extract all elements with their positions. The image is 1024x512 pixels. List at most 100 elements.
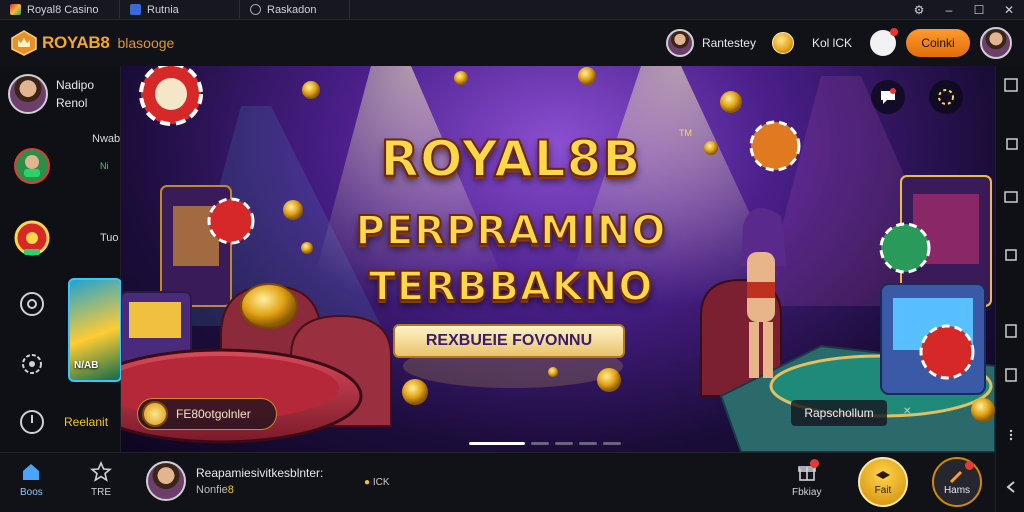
carousel-dot[interactable] xyxy=(469,442,525,445)
tab-label: Royal8 Casino xyxy=(27,3,99,16)
layers-icon[interactable] xyxy=(1002,246,1019,263)
chat-bubble-button[interactable] xyxy=(871,80,905,114)
tablet-icon[interactable] xyxy=(1002,366,1019,383)
panel-icon[interactable] xyxy=(1002,322,1019,339)
page-favicon-icon xyxy=(250,4,261,15)
tab-label: Raskadon xyxy=(267,3,317,16)
now-playing-title: Reapamiesivitkesblnter: xyxy=(196,466,324,480)
now-playing-meta-text: ICK xyxy=(372,477,390,488)
back-arrow-icon[interactable] xyxy=(1002,478,1019,495)
bonus-icon xyxy=(949,470,963,483)
sidebar-item-support[interactable]: Reelanit xyxy=(12,402,108,442)
carousel-dot[interactable] xyxy=(531,442,549,445)
casino-scene-illustration xyxy=(121,66,995,452)
profile-name: Nadipo xyxy=(56,78,95,92)
hero-ribbon: REXBUEIE FOVONNU xyxy=(393,324,625,358)
carousel-dot[interactable] xyxy=(579,442,597,445)
history-icon xyxy=(12,284,52,324)
user-profile-button[interactable]: Rantestey xyxy=(665,29,756,57)
nav-label: Boos xyxy=(20,487,43,498)
app-header: ROYAB8 blasooge Rantestey Kol lCK Coinki xyxy=(0,20,1024,66)
tab-rutnia[interactable]: Rutnia xyxy=(120,0,240,20)
page-favicon-icon xyxy=(130,4,141,15)
promo-label: N/AB xyxy=(74,360,99,371)
bonus-chip-button[interactable]: FE80otgolnler xyxy=(137,398,277,430)
bottom-navigation: Boos TRE Reapamiesivitkesblnter: Nonfie8… xyxy=(0,452,995,512)
bonus-button[interactable]: Hams xyxy=(932,457,982,507)
window-controls: ⚙ – ☐ ✕ xyxy=(904,0,1024,20)
right-rail xyxy=(995,66,1024,512)
sparkle-icon xyxy=(938,89,954,105)
now-playing-meta: ● ICK xyxy=(364,477,390,488)
now-playing[interactable]: Reapamiesivitkesblnter: Nonfie8 xyxy=(146,461,323,501)
coins-label: Kol lCK xyxy=(811,36,852,50)
login-button[interactable]: Coinki xyxy=(906,29,970,57)
sidebar-item-vip-icon[interactable]: Ni xyxy=(12,146,109,186)
sidebar-item-lucky-wheel[interactable]: Tuo xyxy=(12,218,119,258)
profile-names: Nadipo Renol xyxy=(56,76,94,112)
sidebar-item-vip[interactable]: Nwab xyxy=(92,132,120,146)
crown-logo-icon xyxy=(11,30,37,56)
minimize-button[interactable]: – xyxy=(934,0,964,20)
hero-info-chip[interactable]: Rapschollum xyxy=(791,400,887,426)
chat-icon xyxy=(881,88,896,104)
left-sidebar: Nadipo Renol Nwab Ni Tuo Reelanit N/AB xyxy=(0,66,122,452)
copy-icon[interactable] xyxy=(1002,136,1019,153)
sidebar-profile[interactable]: Nadipo Renol xyxy=(8,74,94,114)
carousel-dot[interactable] xyxy=(555,442,573,445)
hero-title-line2: PERPRAMINO xyxy=(355,207,667,255)
star-icon xyxy=(90,461,112,482)
tab-royal8[interactable]: Royal8 Casino xyxy=(0,0,120,20)
coins-balance-button[interactable] xyxy=(771,32,794,54)
header-actions: Rantestey Kol lCK Coinki xyxy=(665,26,1012,60)
avatar xyxy=(665,29,694,57)
more-icon[interactable] xyxy=(1002,426,1019,443)
nav-home[interactable]: Boos xyxy=(20,461,43,498)
close-button[interactable]: ✕ xyxy=(994,0,1024,20)
notification-badge xyxy=(810,459,819,468)
sidebar-item-history[interactable] xyxy=(12,284,52,324)
sidebar-item-label: Nwab xyxy=(92,132,120,146)
now-playing-sub-text: Nonfie xyxy=(196,484,228,496)
fullscreen-icon[interactable] xyxy=(1002,76,1019,93)
sidebar-item-label: Reelanit xyxy=(64,415,109,429)
settings-icon xyxy=(12,344,52,384)
nav-gift[interactable]: Fbkiay xyxy=(792,459,822,498)
hero-banner[interactable]: ROYAL8B TM PERPRAMINO TERBBAKNO REXBUEIE… xyxy=(121,66,995,452)
sidebar-item-sub: Ni xyxy=(100,159,109,173)
nav-favorites[interactable]: TRE xyxy=(90,461,112,498)
sparkle-button[interactable] xyxy=(929,80,963,114)
coin-icon xyxy=(771,32,794,54)
poker-chip-icon xyxy=(139,66,203,126)
now-playing-text: Reapamiesivitkesblnter: Nonfie8 xyxy=(196,466,323,496)
carousel-dot[interactable] xyxy=(603,442,621,445)
window-icon[interactable] xyxy=(1002,188,1019,205)
maximize-button[interactable]: ☐ xyxy=(964,0,994,20)
tab-label: Rutnia xyxy=(147,3,179,16)
tab-raskadon[interactable]: Raskadon xyxy=(240,0,350,20)
support-icon xyxy=(12,402,52,442)
lucky-wheel-icon xyxy=(12,218,52,258)
vip-icon xyxy=(12,146,52,186)
window-titlebar: Royal8 Casino Rutnia Raskadon ⚙ – ☐ ✕ xyxy=(0,0,1024,20)
notification-badge xyxy=(965,461,974,470)
coin-icon xyxy=(142,401,168,427)
coin-icon: ● xyxy=(364,477,371,488)
hero-title-line1: ROYAL8B xyxy=(379,129,642,189)
profile-subtitle: Renol xyxy=(56,96,88,110)
bonus-chip-label: FE80otgolnler xyxy=(176,407,251,421)
trademark-mark: TM xyxy=(679,128,692,138)
deposit-button[interactable]: Fait xyxy=(858,457,908,507)
now-playing-sub: Nonfie8 xyxy=(196,484,323,496)
avatar[interactable] xyxy=(980,27,1012,59)
notifications-icon[interactable] xyxy=(870,28,898,56)
nav-label: Fbkiay xyxy=(792,487,822,498)
close-icon[interactable]: ✕ xyxy=(903,406,911,417)
coins-icon xyxy=(876,470,890,479)
app-favicon-icon xyxy=(10,4,21,15)
sidebar-promo-tile[interactable]: N/AB xyxy=(68,278,122,382)
brand-logo[interactable]: ROYAB8 blasooge xyxy=(10,29,174,57)
now-playing-sub-highlight: 8 xyxy=(227,484,234,496)
settings-icon[interactable]: ⚙ xyxy=(904,0,934,20)
carousel-dots xyxy=(469,442,621,445)
